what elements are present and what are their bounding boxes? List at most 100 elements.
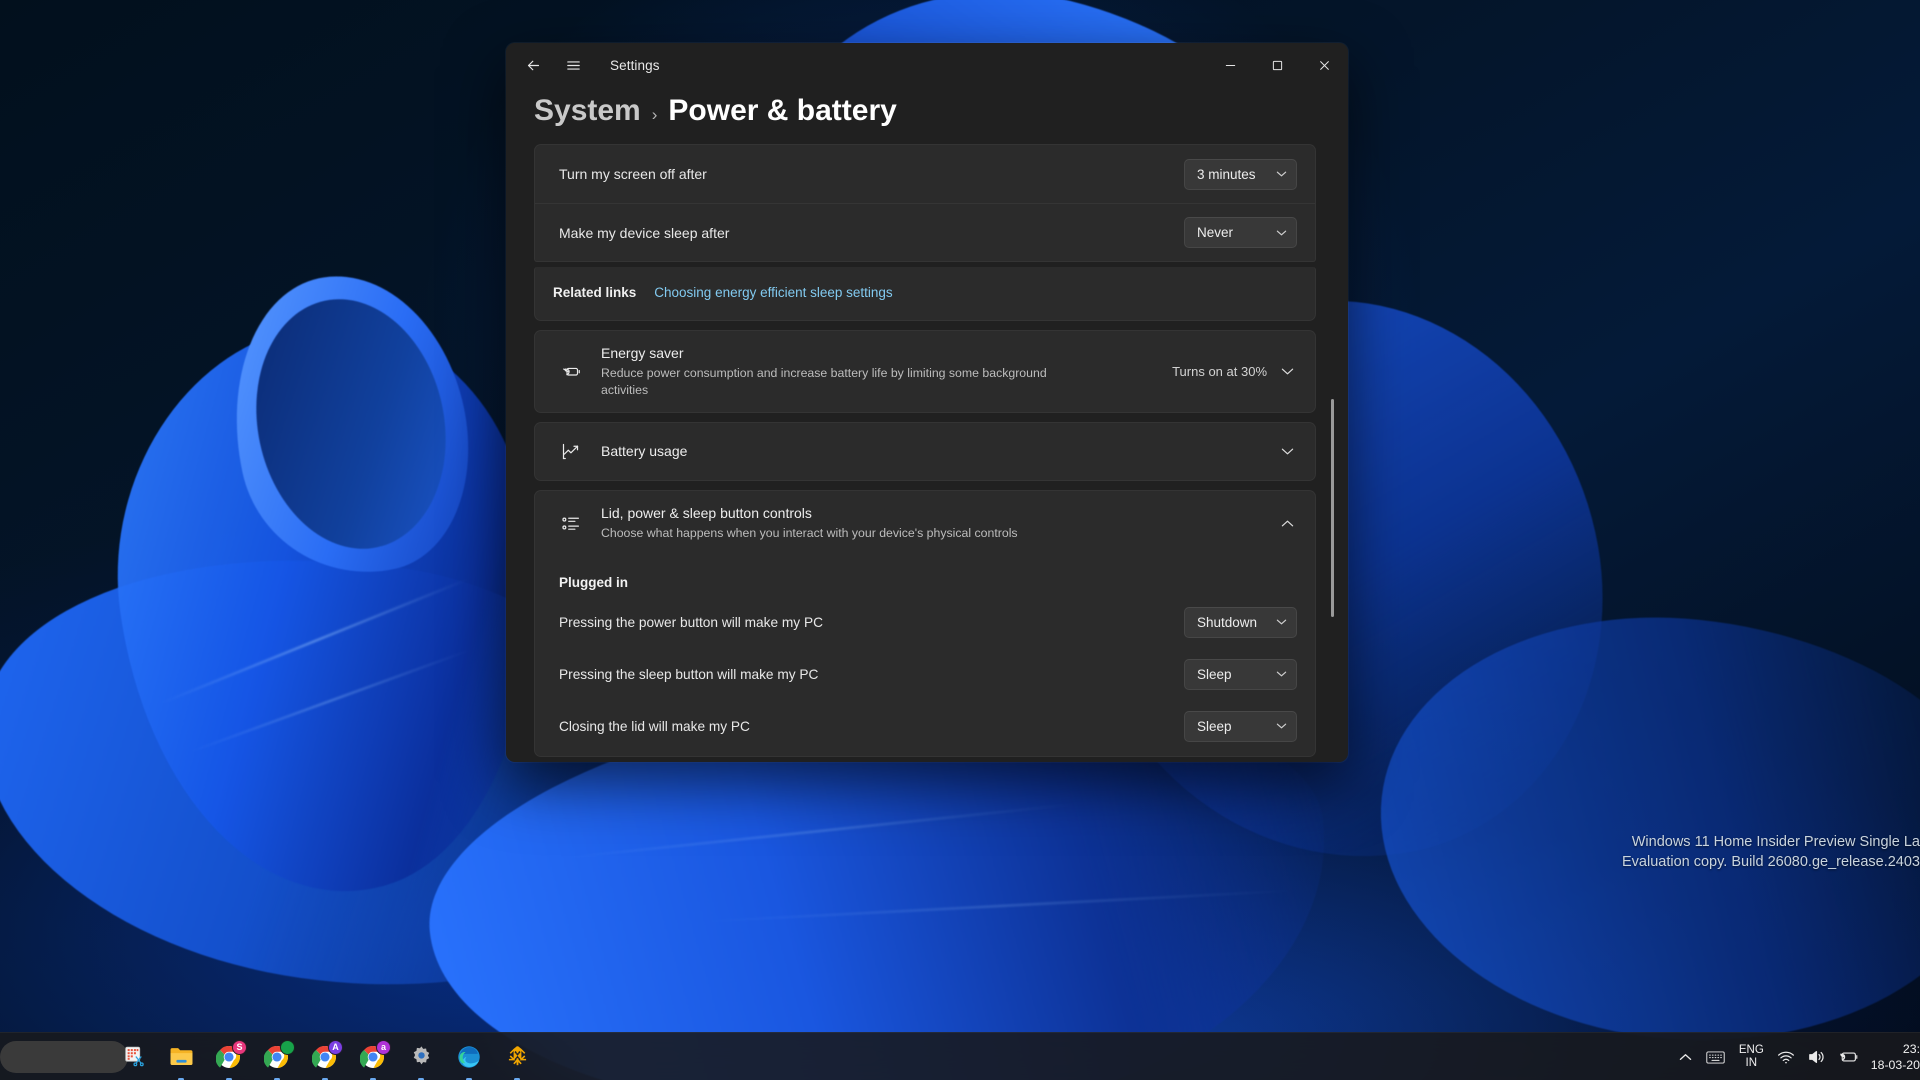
minimize-icon [1225,64,1236,67]
back-arrow-icon [527,60,539,71]
taskbar-item-vmware[interactable] [502,1042,532,1080]
settings-scroll-area[interactable]: Turn my screen off after 3 minutes Make … [506,144,1348,762]
sleep-button-action-dropdown[interactable]: Sleep [1184,658,1297,690]
dropdown-value: 3 minutes [1197,166,1256,182]
chevron-down-icon[interactable] [1281,447,1297,456]
tray-date: 18-03-20 [1870,1058,1920,1072]
chevron-down-icon [1276,170,1287,178]
battery-charging-icon [1840,1052,1858,1062]
language-indicator[interactable]: ENG IN [1732,1040,1771,1074]
taskbar-item-microsoft-edge[interactable] [454,1042,484,1080]
taskbar-item-chrome-a[interactable]: A [310,1039,343,1080]
lid-controls-right [1281,519,1297,528]
row-sleep-button-action[interactable]: Pressing the sleep button will make my P… [535,648,1315,700]
row-label: Make my device sleep after [559,224,730,241]
volume-button[interactable] [1801,1040,1831,1074]
energy-saver-header[interactable]: Energy saver Reduce power consumption an… [535,331,1315,412]
chevron-down-icon[interactable] [1281,367,1297,376]
close-button[interactable] [1301,43,1348,88]
taskbar-item-chrome-s[interactable]: S [214,1039,247,1080]
energy-saver-subtitle: Reduce power consumption and increase ba… [601,366,1047,397]
chevron-down-icon [1276,670,1287,678]
screen-off-after-dropdown[interactable]: 3 minutes [1184,158,1297,190]
battery-usage-header[interactable]: Battery usage [535,423,1315,480]
chrome-profile-badge: S [232,1039,247,1055]
dropdown-value: Sleep [1197,666,1232,682]
battery-usage-right [1281,447,1297,456]
language-labels: ENG IN [1739,1044,1764,1070]
chevron-down-icon [1276,229,1287,237]
snipping-tool-icon [124,1046,144,1067]
taskbar-item-chrome-a2[interactable]: a [358,1039,391,1080]
list-settings-icon [557,513,583,534]
closing-lid-action-dropdown[interactable]: Sleep [1184,710,1297,742]
taskbar-item-file-explorer[interactable] [166,1042,196,1080]
language-bottom: IN [1745,1057,1758,1069]
speaker-icon [1808,1051,1824,1063]
row-label: Pressing the sleep button will make my P… [559,666,819,682]
taskbar-item-snipping-tool[interactable] [118,1042,148,1072]
gear-icon [413,1046,429,1065]
vmware-icon [508,1046,526,1066]
back-button[interactable] [518,51,548,81]
clock-and-date[interactable]: 23: 18-03-20 [1864,1040,1920,1074]
row-label: Closing the lid will make my PC [559,718,750,734]
power-button-action-dropdown[interactable]: Shutdown [1184,606,1297,638]
language-top: ENG [1738,1044,1764,1056]
chrome-profile-badge: a [376,1039,391,1055]
window-controls[interactable] [1207,43,1348,88]
plugged-in-subheading: Plugged in [559,575,628,590]
chrome-profile-badge: A [328,1039,343,1055]
taskbar-app-icons[interactable]: S A a [118,1033,532,1080]
chevron-up-icon[interactable] [1281,519,1297,528]
maximize-icon [1272,60,1283,71]
settings-window[interactable]: Settings System › Power & battery Turn m… [506,43,1348,762]
row-closing-lid-action[interactable]: Closing the lid will make my PC Sleep [535,700,1315,752]
file-explorer-icon [170,1048,192,1065]
battery-usage-title: Battery usage [601,443,688,459]
related-link-sleep-settings[interactable]: Choosing energy efficient sleep settings [654,285,892,300]
row-label: Turn my screen off after [559,166,707,182]
hamburger-menu-button[interactable] [558,51,588,81]
battery-leaf-icon [557,361,583,382]
system-tray[interactable]: ENG IN 23: 18-03-20 [1672,1033,1920,1080]
tray-overflow-button[interactable] [1672,1040,1699,1074]
lid-controls-header[interactable]: Lid, power & sleep button controls Choos… [535,491,1315,555]
lid-controls-subtitle: Choose what happens when you interact wi… [601,526,1018,540]
app-title: Settings [610,58,660,73]
taskbar[interactable]: S A a ENG IN 23: 18-03-20 [0,1032,1920,1080]
microsoft-edge-icon [458,1045,480,1068]
battery-usage-card[interactable]: Battery usage [534,422,1316,481]
device-sleep-after-dropdown[interactable]: Never [1184,217,1297,248]
taskbar-item-settings[interactable] [406,1042,436,1080]
minimize-button[interactable] [1207,43,1254,88]
breadcrumb-parent[interactable]: System [534,94,641,128]
breadcrumb-separator-icon: › [651,105,658,124]
row-power-button-action[interactable]: Pressing the power button will make my P… [535,596,1315,648]
lid-power-sleep-controls-card[interactable]: Lid, power & sleep button controls Choos… [534,490,1316,757]
watermark-line-1: Windows 11 Home Insider Preview Single L… [1631,834,1920,850]
chrome-profile-badge [280,1039,295,1055]
screen-sleep-card: Turn my screen off after 3 minutes Make … [534,144,1316,262]
lid-controls-expanded-body: Plugged in Pressing the power button wil… [535,555,1315,756]
energy-saver-text: Energy saver Reduce power consumption an… [601,344,1154,399]
vertical-scrollbar[interactable] [1331,399,1334,617]
network-button[interactable] [1771,1040,1801,1074]
maximize-button[interactable] [1254,43,1301,88]
taskbar-item-chrome-green[interactable] [262,1039,295,1080]
energy-saver-card[interactable]: Energy saver Reduce power consumption an… [534,330,1316,413]
window-titlebar[interactable]: Settings [506,43,1348,88]
related-links-label: Related links [553,285,637,300]
search-input[interactable] [0,1041,128,1073]
dropdown-value: Never [1197,225,1234,240]
row-screen-off-after[interactable]: Turn my screen off after 3 minutes [535,145,1315,203]
tray-time: 23: [1902,1042,1920,1056]
row-device-sleep-after[interactable]: Make my device sleep after Never [535,203,1315,261]
page-title: Power & battery [668,94,897,127]
battery-usage-text: Battery usage [601,442,1263,461]
battery-button[interactable] [1831,1040,1864,1074]
touch-keyboard-button[interactable] [1699,1040,1732,1074]
dropdown-value: Sleep [1197,718,1232,734]
lid-controls-title: Lid, power & sleep button controls [601,505,812,521]
chevron-down-icon [1276,722,1287,730]
